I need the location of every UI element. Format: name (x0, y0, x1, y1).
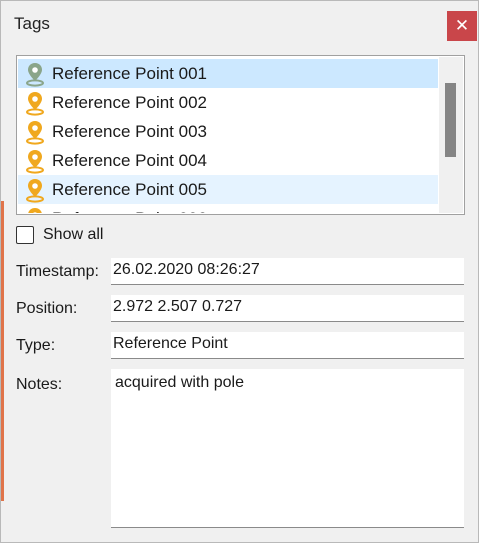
tag-list[interactable]: Reference Point 001 Reference Point 002 Re… (16, 55, 465, 215)
show-all-label: Show all (43, 226, 104, 243)
tag-list-item-label: Reference Point 001 (52, 63, 207, 83)
tag-list-item-label: Reference Point 003 (52, 121, 207, 141)
timestamp-field[interactable]: 26.02.2020 08:26:27 (111, 258, 464, 285)
map-pin-icon (26, 91, 44, 116)
map-pin-icon (26, 62, 44, 87)
tag-list-item-label: Reference Point 005 (52, 179, 207, 199)
type-label: Type: (16, 337, 56, 354)
show-all-checkbox[interactable] (16, 226, 34, 244)
tag-list-item[interactable]: Reference Point 001 (18, 59, 438, 88)
tag-list-item-label: Reference Point 002 (52, 92, 207, 112)
notes-label: Notes: (16, 376, 63, 393)
tag-list-items: Reference Point 001 Reference Point 002 Re… (18, 57, 438, 213)
tag-list-item[interactable]: Reference Point 004 (18, 146, 438, 175)
dialog-title: Tags (14, 14, 50, 33)
tags-dialog: Tags ✕ Reference Point 001 Reference Poin… (0, 0, 479, 543)
map-pin-icon (28, 207, 42, 213)
background-window-strip (1, 201, 4, 501)
close-button[interactable]: ✕ (447, 11, 477, 41)
vertical-scrollbar[interactable] (439, 57, 463, 213)
tag-list-item[interactable]: Reference Point 005 (18, 175, 438, 204)
notes-textarea[interactable]: acquired with pole (111, 369, 464, 528)
map-pin-icon (26, 149, 44, 174)
tag-list-item[interactable]: Reference Point 003 (18, 117, 438, 146)
type-field[interactable]: Reference Point (111, 332, 464, 359)
tag-list-item[interactable]: Reference Point 006 (18, 204, 438, 213)
map-pin-icon (26, 178, 44, 203)
tag-list-item-label: Reference Point 006 (52, 209, 207, 214)
position-field[interactable]: 2.972 2.507 0.727 (111, 295, 464, 322)
timestamp-label: Timestamp: (16, 263, 99, 280)
show-all-toggle[interactable]: Show all (16, 226, 103, 244)
close-icon: ✕ (454, 16, 470, 35)
scrollbar-thumb[interactable] (445, 83, 456, 157)
position-label: Position: (16, 300, 78, 317)
tag-list-item-label: Reference Point 004 (52, 150, 207, 170)
map-pin-icon (26, 120, 44, 145)
tag-list-item[interactable]: Reference Point 002 (18, 88, 438, 117)
